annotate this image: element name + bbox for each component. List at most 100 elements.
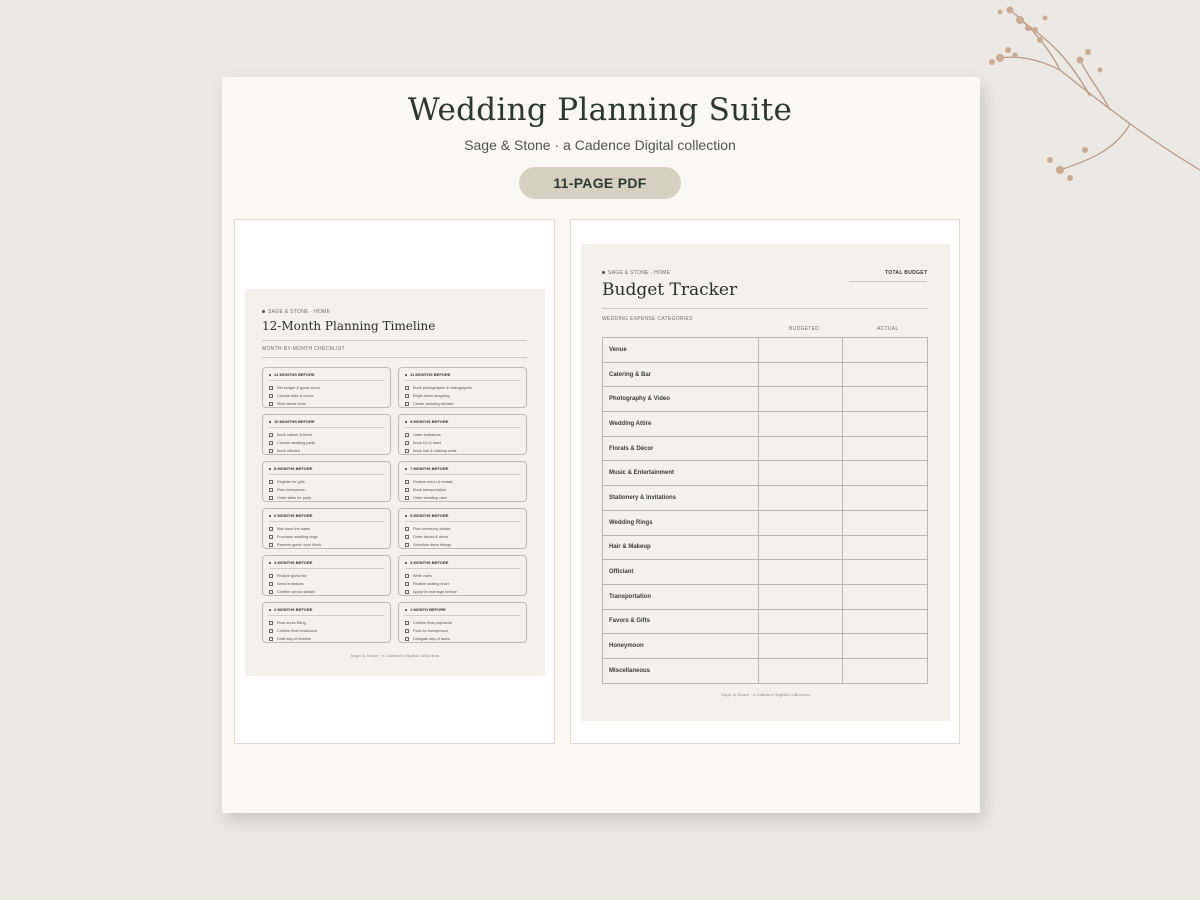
category-cell: Wedding Rings [602,509,759,536]
checkbox-icon [269,433,273,437]
actual-cell [842,657,928,684]
checklist-item: Delegate day-of tasks [405,635,520,643]
checklist-item-text: Book photographer & videographer [413,386,473,390]
checklist-item-text: Choose wedding party [277,441,315,445]
month-label-text: 10 MONTHS BEFORE [274,419,315,424]
checklist-item-text: Finalize seating chart [413,582,449,586]
month-label: 2 MONTHS BEFORE [269,607,384,616]
checklist-item-text: Reserve guest room block [277,543,322,547]
checklist-item: Book caterer & florist [269,431,384,439]
checklist-item-text: Confirm vendor details [277,590,315,594]
budgeted-cell [757,509,844,536]
checklist-item: Purchase wedding rings [269,533,384,541]
budget-title: Budget Tracker [602,280,738,300]
month-label: 5 MONTHS BEFORE [405,513,520,522]
month-label-text: 3 MONTHS BEFORE [410,560,449,565]
checklist-item: Plan ceremony details [405,525,520,533]
checklist-item-text: Send invitations [277,582,304,586]
month-label: 12 MONTHS BEFORE [269,372,384,381]
bullet-icon [405,608,407,611]
category-cell: Florals & Décor [602,435,759,462]
actual-cell [842,485,928,511]
checklist-item-text: Plan honeymoon [277,488,306,492]
month-label-text: 4 MONTHS BEFORE [274,560,313,565]
month-label: 9 MONTHS BEFORE [405,419,520,428]
checklist-item: Order invitations [405,431,520,439]
checklist-item: Pack for honeymoon [405,627,520,635]
checklist-item-text: Purchase wedding rings [277,535,318,539]
table-row: Officiant [602,559,928,585]
budgeted-cell [757,411,844,437]
checklist-item: Confirm final headcount [269,627,384,635]
month-label-text: 2 MONTHS BEFORE [274,607,313,612]
month-label-text: 6 MONTHS BEFORE [274,513,313,518]
checklist-item: Choose wedding party [269,439,384,447]
checkbox-icon [405,621,409,625]
col-budgeted-header: BUDGETED [789,326,820,332]
checklist-item-text: Begin dress shopping [413,394,450,398]
budgeted-cell [757,337,844,363]
checklist-item: Order favors & décor [405,533,520,541]
checkbox-icon [405,386,409,390]
checklist-item-text: Final dress fitting [277,621,306,625]
checkbox-icon [405,441,409,445]
month-label: 4 MONTHS BEFORE [269,560,384,569]
category-cell: Photography & Video [602,386,759,413]
actual-cell [842,509,928,536]
checklist-item-text: Mail save-the-dates [277,527,311,531]
actual-cell [842,411,928,437]
bullet-icon [269,467,271,470]
bullet-icon [269,608,271,611]
checkbox-icon [269,386,273,390]
checkbox-icon [405,637,409,641]
divider [262,340,527,341]
budgeted-cell [757,485,844,511]
month-label-text: 9 MONTHS BEFORE [410,419,449,424]
checklist-item: Finalize menu & rentals [405,478,520,486]
budgeted-cell [757,534,844,561]
page-title: Wedding Planning Suite [407,92,793,128]
budgeted-cell [757,657,844,684]
total-budget-label: TOTAL BUDGET [885,270,928,276]
month-label: 3 MONTHS BEFORE [405,560,520,569]
checkbox-icon [405,402,409,406]
bullet-icon [405,561,407,564]
checklist-item-text: Set budget & guest count [277,386,320,390]
budget-page-content: SAGE & STONE · HOME TOTAL BUDGET Budget … [581,244,950,721]
month-label: 7 MONTHS BEFORE [405,466,520,475]
month-box: 7 MONTHS BEFORE Finalize menu & rentals Bo… [398,461,527,502]
col-actual-header: ACTUAL [877,326,899,332]
budgeted-cell [757,559,844,585]
month-box: 3 MONTHS BEFORE Write vows Finalize seatin… [398,555,527,596]
table-row: Transportation [602,583,928,610]
checklist-item-text: Finalize guest list [277,574,307,578]
checkbox-icon [405,582,409,586]
checkbox-icon [269,402,273,406]
month-label: 8 MONTHS BEFORE [269,466,384,475]
month-label-text: 11 MONTHS BEFORE [410,372,451,377]
checklist-item: Order wedding cake [405,494,520,502]
bullet-icon [269,514,271,517]
checklist-item: Set budget & guest count [269,384,384,392]
category-cell: Venue [602,337,759,363]
table-row: Photography & Video [602,386,928,413]
checkbox-icon [269,629,273,633]
bullet-icon [262,310,265,314]
checkbox-icon [269,449,273,453]
month-label-text: 5 MONTHS BEFORE [410,513,449,518]
table-row: Hair & Makeup [602,534,928,561]
month-box: 2 MONTHS BEFORE Final dress fitting Confir… [262,602,391,643]
checklist-item-text: Book transportation [413,488,446,492]
divider [262,357,527,358]
table-row: Favors & Gifts [602,608,928,635]
checklist-item: Draft day-of timeline [269,635,384,643]
bullet-icon [602,271,605,275]
checklist-item: Confirm vendor details [269,588,384,596]
checkbox-icon [269,590,273,594]
month-label-text: 7 MONTHS BEFORE [410,466,449,471]
month-box: 10 MONTHS BEFORE Book caterer & florist Ch… [262,414,391,455]
checkbox-icon [405,480,409,484]
month-label: 1 MONTH BEFORE [405,607,520,616]
checkbox-icon [269,527,273,531]
actual-cell [842,608,928,635]
